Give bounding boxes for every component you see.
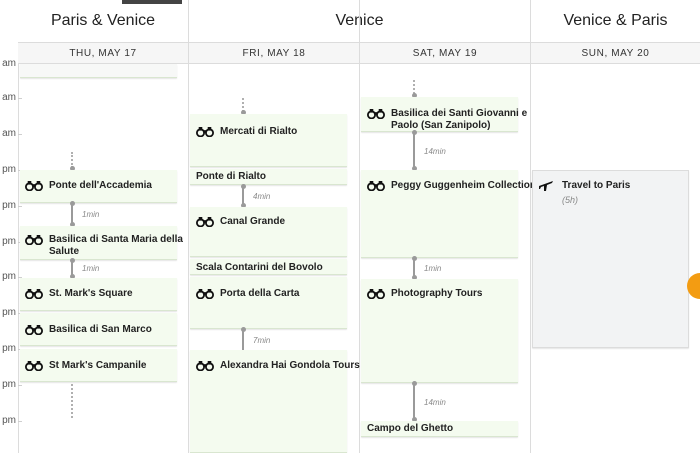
time-label: pm [2,343,16,354]
binoculars-icon [367,288,385,299]
column-divider [188,0,189,453]
travel-duration: (5h) [562,195,579,205]
binoculars-icon [196,216,214,227]
binoculars-icon [196,126,214,137]
activity-card-mercati-rialto[interactable] [190,114,347,167]
activity-card-previous[interactable] [20,64,177,78]
time-label: pm [2,164,16,175]
connector-dotted [71,384,73,418]
activity-card-porta-carta[interactable] [190,277,347,329]
binoculars-icon [25,324,43,335]
connector-line [71,204,73,224]
time-label: pm [2,307,16,318]
binoculars-icon [25,234,43,245]
column-divider [359,0,360,453]
connector-dotted [413,80,415,94]
column-divider [530,0,531,453]
activity-title: Photography Tours [391,288,483,299]
activity-title: Basilica dei Santi Giovanni e [391,108,528,119]
activity-title: Campo del Ghetto [367,423,454,434]
activity-title: St Mark's Campanile [49,360,147,371]
connector-line [413,133,415,167]
binoculars-icon [25,360,43,371]
activity-title-line2: Salute [49,246,80,257]
day-header-fri[interactable]: FRI, MAY 18 [189,42,359,64]
binoculars-icon [367,108,385,119]
activity-title: Mercati di Rialto [220,126,298,137]
binoculars-icon [25,180,43,191]
travel-duration: 4min [253,192,271,201]
activity-title: Ponte di Rialto [196,171,266,182]
activity-title: Peggy Guggenheim Collection [391,180,537,191]
activity-title: Scala Contarini del Bovolo [196,262,323,273]
day-header-thu[interactable]: THU, MAY 17 [18,42,188,64]
time-label: pm [2,236,16,247]
connector-line [242,330,244,350]
time-label: pm [2,271,16,282]
activity-title-line2: Paolo (San Zanipolo) [391,120,491,131]
column-divider [18,42,19,453]
activity-title: Canal Grande [220,216,286,227]
connector-line [413,384,415,418]
travel-duration: 14min [424,398,446,407]
binoculars-icon [25,288,43,299]
travel-title: Travel to Paris [562,180,631,191]
hour-tick [18,134,22,135]
travel-duration: 7min [253,336,271,345]
travel-duration: 1min [82,264,100,273]
binoculars-icon [196,288,214,299]
time-label: pm [2,379,16,390]
activity-title: Basilica di San Marco [49,324,152,335]
hour-tick [18,206,22,207]
activity-title: Basilica di Santa Maria della [49,234,183,245]
activity-title: St. Mark's Square [49,288,133,299]
hour-tick [18,421,22,422]
group-header-venice-paris[interactable]: Venice & Paris [531,0,700,42]
time-label: pm [2,415,16,426]
time-label: am [2,92,16,103]
day-header-sat[interactable]: SAT, MAY 19 [360,42,530,64]
activity-title: Alexandra Hai Gondola Tours [220,360,360,371]
time-label: am [2,128,16,139]
travel-duration: 14min [424,147,446,156]
time-label: am [2,58,16,69]
day-header-sun[interactable]: SUN, MAY 20 [531,42,700,64]
travel-duration: 1min [424,264,442,273]
travel-card-to-paris[interactable] [532,170,689,348]
travel-duration: 1min [82,210,100,219]
airplane-icon [539,181,553,191]
binoculars-icon [196,360,214,371]
time-label: pm [2,200,16,211]
activity-title: Ponte dell'Accademia [49,180,152,191]
hour-tick [18,98,22,99]
activity-title: Porta della Carta [220,288,300,299]
activity-card-canal-grande[interactable] [190,207,347,257]
hour-tick [18,385,22,386]
binoculars-icon [367,180,385,191]
group-header-paris-venice[interactable]: Paris & Venice [18,0,188,42]
